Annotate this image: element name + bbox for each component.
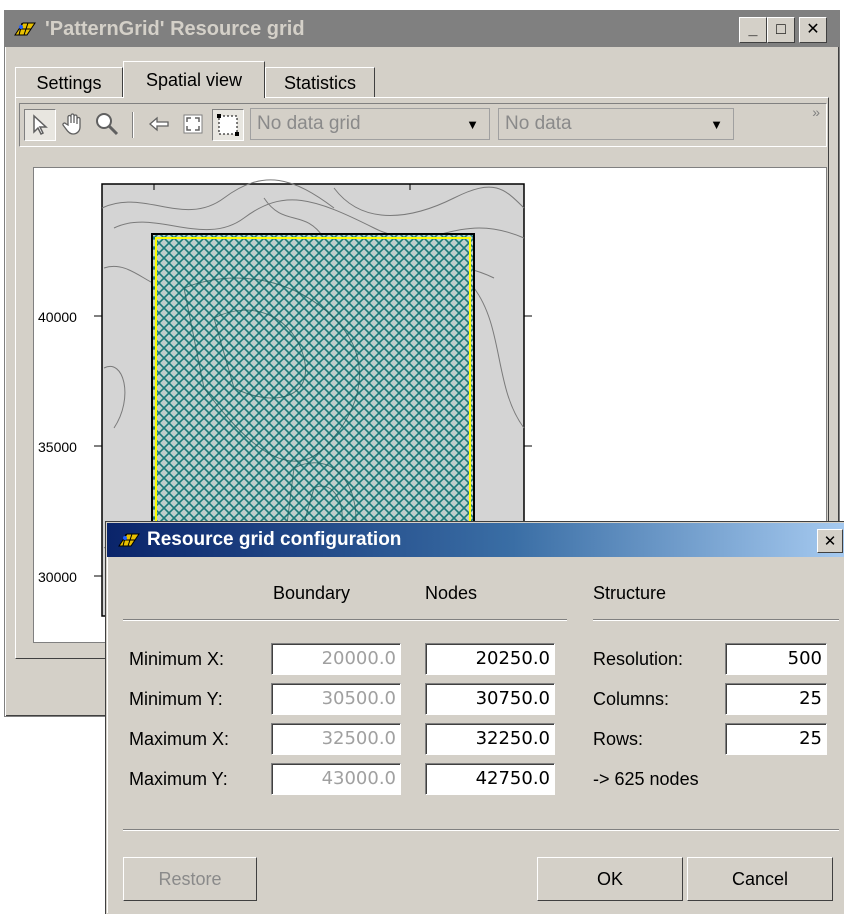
resolution-field[interactable]: 500	[725, 643, 827, 675]
tab-statistics-label: Statistics	[283, 72, 357, 93]
columns-label: Columns:	[593, 689, 670, 709]
pan-hand-icon	[62, 113, 81, 135]
cancel-button-label: Cancel	[731, 868, 789, 889]
chevron-down-icon: ▼	[710, 117, 723, 132]
maximize-button[interactable]: □	[767, 17, 795, 43]
columns-field[interactable]: 25	[725, 683, 827, 715]
tab-spatial-view[interactable]: Spatial view	[123, 61, 265, 98]
max-x-nodes-field[interactable]: 32250.0	[425, 723, 555, 755]
select-grid-icon	[217, 114, 239, 136]
nodes-header: Nodes	[425, 583, 478, 603]
tab-spatial-view-label: Spatial view	[145, 69, 243, 90]
restore-button[interactable]: Restore	[123, 857, 257, 901]
y-tick-label: 40000	[38, 309, 77, 325]
rows-field[interactable]: 25	[725, 723, 827, 755]
map-toolbar: No data grid ▼ No data ▼ »	[19, 103, 827, 147]
zoom-extent-icon	[183, 114, 203, 134]
min-x-boundary-field[interactable]: 20000.0	[271, 643, 401, 675]
divider	[123, 829, 839, 831]
zoom-extent-button[interactable]	[178, 109, 208, 139]
pan-tool-button[interactable]	[58, 109, 88, 139]
pointer-tool-button[interactable]	[24, 109, 56, 141]
grid-select-value: No data grid	[257, 113, 361, 134]
window-titlebar[interactable]: 'PatternGrid' Resource grid	[5, 11, 839, 47]
divider	[123, 619, 567, 621]
pointer-icon	[33, 114, 48, 136]
select-grid-button[interactable]	[212, 109, 244, 141]
tab-settings[interactable]: Settings	[15, 67, 123, 98]
minimize-icon: _	[748, 21, 758, 38]
min-y-boundary-field[interactable]: 30500.0	[271, 683, 401, 715]
toolbar-overflow-icon[interactable]: »	[812, 104, 820, 120]
dialog-close-button[interactable]: ✕	[817, 529, 843, 553]
grid-app-icon	[13, 19, 37, 39]
y-tick-label: 30000	[38, 569, 77, 585]
y-tick-label: 35000	[38, 439, 77, 455]
toolbar-separator	[132, 112, 134, 138]
restore-button-label: Restore	[158, 868, 222, 889]
ok-button-label: OK	[596, 868, 623, 889]
min-y-label: Minimum Y:	[129, 689, 223, 709]
close-button[interactable]: ✕	[799, 17, 827, 43]
node-count-summary: -> 625 nodes	[593, 769, 699, 789]
cancel-button[interactable]: Cancel	[687, 857, 833, 901]
maximize-icon: □	[776, 21, 786, 38]
zoom-tool-button[interactable]	[92, 109, 122, 139]
back-button[interactable]	[144, 109, 174, 139]
back-arrow-icon	[149, 116, 169, 132]
grid-app-icon	[117, 530, 141, 550]
zoom-icon	[96, 113, 119, 136]
ok-button[interactable]: OK	[537, 857, 683, 901]
boundary-header: Boundary	[273, 583, 351, 603]
divider	[593, 619, 839, 621]
max-y-nodes-field[interactable]: 42750.0	[425, 763, 555, 795]
rows-label: Rows:	[593, 729, 644, 749]
structure-header: Structure	[593, 583, 667, 603]
minimize-button[interactable]: _	[739, 17, 767, 43]
max-y-label: Maximum Y:	[129, 769, 228, 789]
grid-select-combo[interactable]: No data grid ▼	[250, 108, 490, 140]
min-x-nodes-field[interactable]: 20250.0	[425, 643, 555, 675]
tab-statistics[interactable]: Statistics	[265, 67, 375, 98]
window-title: 'PatternGrid' Resource grid	[45, 17, 305, 40]
data-select-combo[interactable]: No data ▼	[498, 108, 734, 140]
resource-grid-configuration-dialog: Resource grid configuration ✕ Boundary N…	[106, 522, 844, 914]
tab-settings-label: Settings	[36, 72, 102, 93]
chevron-down-icon: ▼	[466, 117, 479, 132]
min-x-label: Minimum X:	[129, 649, 225, 669]
resolution-label: Resolution:	[593, 649, 684, 669]
close-icon: ✕	[823, 533, 837, 550]
dialog-titlebar[interactable]: Resource grid configuration	[107, 523, 844, 557]
min-y-nodes-field[interactable]: 30750.0	[425, 683, 555, 715]
data-select-value: No data	[505, 113, 572, 134]
max-y-boundary-field[interactable]: 43000.0	[271, 763, 401, 795]
max-x-boundary-field[interactable]: 32500.0	[271, 723, 401, 755]
max-x-label: Maximum X:	[129, 729, 230, 749]
dialog-title: Resource grid configuration	[147, 529, 402, 550]
close-icon: ✕	[806, 21, 820, 38]
